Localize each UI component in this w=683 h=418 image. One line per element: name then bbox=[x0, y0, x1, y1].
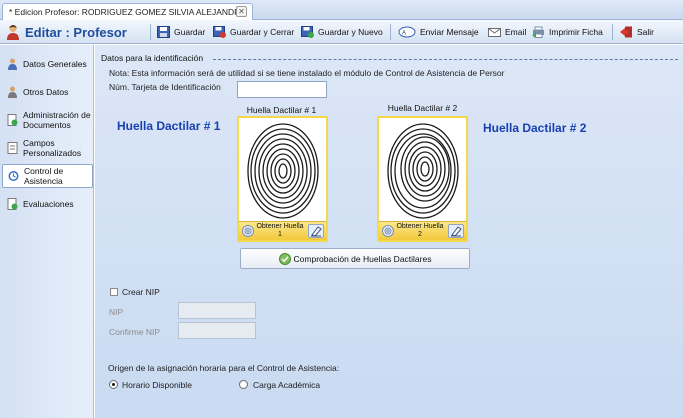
sidebar-item-custom-fields[interactable]: Campos Personalizados bbox=[2, 137, 93, 159]
tab-edit-professor[interactable]: * Edicion Profesor: RODRIGUEZ GOMEZ SILV… bbox=[2, 3, 253, 20]
eraser-icon bbox=[451, 226, 462, 237]
get-fingerprint-2-button[interactable]: Obtener Huella 2 bbox=[395, 223, 445, 239]
fingerprint-1-panel: Obtener Huella 1 bbox=[237, 116, 328, 242]
save-button[interactable]: Guardar bbox=[157, 23, 205, 41]
save-close-icon bbox=[213, 26, 226, 38]
sidebar-item-other-data[interactable]: Otros Datos bbox=[2, 85, 93, 99]
fingerprint-icon bbox=[242, 225, 254, 237]
eraser-icon bbox=[311, 226, 322, 237]
toolbar-separator bbox=[150, 24, 151, 40]
erase-fingerprint-2-button[interactable] bbox=[448, 224, 464, 238]
send-message-button[interactable]: A Enviar Mensaje bbox=[398, 23, 479, 41]
email-button[interactable]: Email bbox=[488, 23, 526, 41]
verify-fingerprints-button[interactable]: Comprobación de Huellas Dactilares bbox=[240, 248, 470, 269]
user-icon bbox=[7, 25, 19, 40]
sidebar-item-attendance-control[interactable]: Control de Asistencia bbox=[2, 164, 93, 188]
document-icon bbox=[7, 114, 18, 126]
check-icon bbox=[278, 252, 291, 265]
sidebar-item-documents[interactable]: Administración de Documentos bbox=[2, 109, 93, 131]
academic-load-radio[interactable] bbox=[239, 380, 248, 389]
fingerprint-2-panel: Obtener Huella 2 bbox=[377, 116, 468, 242]
close-icon[interactable]: ✕ bbox=[236, 6, 247, 17]
info-note: Nota: Esta información será de utilidad … bbox=[109, 68, 505, 78]
toolbar-separator bbox=[390, 24, 391, 40]
fingerprint-2-title: Huella Dactilar # 2 bbox=[483, 121, 587, 135]
evaluation-icon bbox=[7, 198, 18, 210]
create-nip-label: Crear NIP bbox=[122, 287, 160, 297]
fingerprint-2-image bbox=[387, 123, 459, 219]
fingerprint-icon bbox=[382, 225, 394, 237]
erase-fingerprint-1-button[interactable] bbox=[308, 224, 324, 238]
person-icon bbox=[8, 58, 17, 70]
sidebar-item-evaluations[interactable]: Evaluaciones bbox=[2, 197, 93, 211]
sidebar: Datos Generales Otros Datos Administraci… bbox=[0, 45, 94, 418]
email-icon bbox=[488, 28, 501, 37]
svg-text:A: A bbox=[402, 31, 406, 37]
confirm-nip-label: Confirme NIP bbox=[109, 327, 161, 337]
fingerprint-1-title: Huella Dactilar # 1 bbox=[117, 119, 221, 133]
toolbar: Editar : Profesor Guardar Guardar y Cerr… bbox=[0, 20, 683, 44]
available-schedule-label: Horario Disponible bbox=[122, 380, 192, 390]
tab-strip: * Edicion Profesor: RODRIGUEZ GOMEZ SILV… bbox=[0, 0, 683, 20]
fingerprint-1-caption: Huella Dactilar # 1 bbox=[246, 105, 317, 115]
message-icon: A bbox=[398, 26, 416, 38]
print-icon bbox=[532, 26, 544, 38]
sidebar-item-general-data[interactable]: Datos Generales bbox=[2, 57, 93, 71]
group-divider bbox=[213, 59, 678, 60]
available-schedule-radio[interactable] bbox=[109, 380, 118, 389]
get-fingerprint-1-button[interactable]: Obtener Huella 1 bbox=[255, 223, 305, 239]
exit-button[interactable]: Salir bbox=[620, 23, 654, 41]
main-panel: Datos para la identificación Nota: Esta … bbox=[95, 45, 683, 418]
save-new-icon bbox=[301, 26, 314, 38]
page-title: Editar : Profesor bbox=[25, 24, 127, 40]
clock-icon bbox=[8, 171, 19, 181]
toolbar-title: Editar : Profesor bbox=[6, 23, 127, 41]
nip-label: NIP bbox=[109, 307, 124, 317]
card-number-label: Núm. Tarjeta de Identificación bbox=[109, 82, 221, 92]
confirm-nip-input[interactable] bbox=[178, 322, 256, 339]
exit-icon bbox=[620, 26, 632, 38]
person-icon bbox=[8, 86, 17, 98]
toolbar-separator bbox=[612, 24, 613, 40]
save-new-button[interactable]: Guardar y Nuevo bbox=[301, 23, 383, 41]
tab-title: * Edicion Profesor: RODRIGUEZ GOMEZ SILV… bbox=[9, 7, 246, 17]
fingerprint-2-caption: Huella Dactilar # 2 bbox=[387, 103, 458, 113]
save-close-button[interactable]: Guardar y Cerrar bbox=[213, 23, 294, 41]
academic-load-label: Carga Académica bbox=[253, 380, 321, 390]
schedule-origin-label: Origen de la asignación horaria para el … bbox=[108, 363, 340, 373]
card-number-input[interactable] bbox=[237, 81, 327, 98]
fingerprint-2-actions: Obtener Huella 2 bbox=[379, 221, 466, 240]
fingerprint-1-actions: Obtener Huella 1 bbox=[239, 221, 326, 240]
nip-input[interactable] bbox=[178, 302, 256, 319]
form-icon bbox=[7, 142, 18, 154]
print-button[interactable]: Imprimir Ficha bbox=[532, 23, 603, 41]
create-nip-checkbox[interactable] bbox=[110, 288, 118, 296]
fingerprint-1-image bbox=[247, 123, 319, 219]
save-icon bbox=[157, 26, 170, 38]
group-title: Datos para la identificación bbox=[101, 53, 204, 63]
